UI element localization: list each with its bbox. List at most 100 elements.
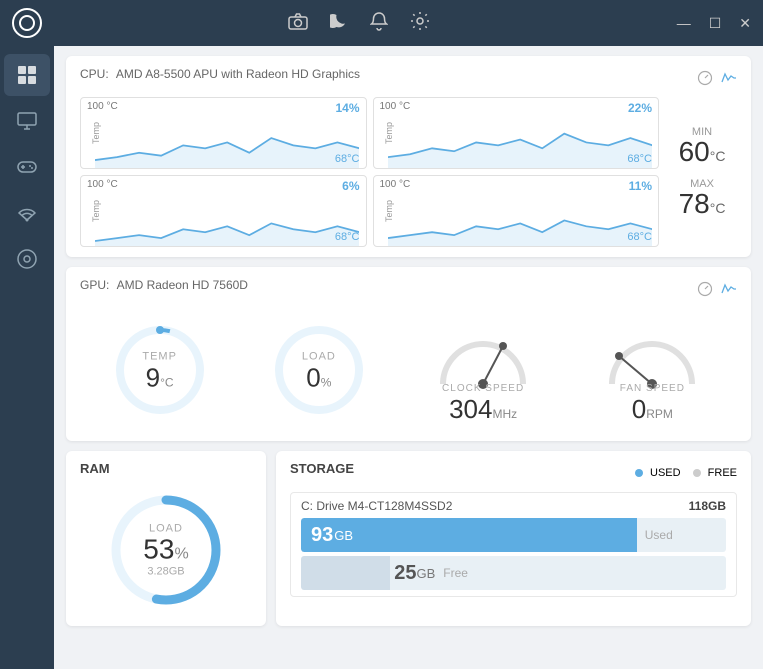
gpu-name: AMD Radeon HD 7560D: [117, 278, 248, 292]
gear-icon[interactable]: [410, 11, 430, 36]
sidebar: [0, 46, 54, 669]
ram-load-pct: %: [174, 546, 188, 564]
gpu-load-circle: LOAD 0 %: [269, 320, 369, 420]
cpu-header-row: CPU: AMD A8-5500 APU with Radeon HD Grap…: [80, 66, 737, 89]
cpu-graph-3-temp: 68°C: [335, 231, 360, 243]
drive-size: 118GB: [689, 499, 726, 513]
gpu-content: TEMP 9 °C: [80, 308, 737, 431]
cpu-graph-4-max: 100 °C: [380, 179, 411, 190]
gpu-load-unit: %: [321, 375, 332, 389]
cpu-graph-4-percent: 11%: [629, 179, 652, 193]
ram-gauge-center: LOAD 53 % 3.28GB: [143, 523, 188, 578]
titlebar-icons: [42, 11, 677, 36]
gpu-clock-unit: MHz: [492, 407, 517, 421]
cpu-min-value: 60: [679, 138, 710, 166]
gpu-temp-value: 9: [146, 362, 160, 393]
cpu-graph-3-max: 100 °C: [87, 179, 118, 190]
sidebar-item-disc[interactable]: [4, 238, 50, 280]
gpu-fan-label: FAN SPEED: [620, 383, 685, 394]
cpu-graph-1-percent: 14%: [335, 101, 359, 115]
storage-card: STORAGE USED FREE: [276, 451, 751, 626]
cpu-content: 100 °C 14% Temp 68°C 100 °C 22% Temp: [80, 97, 737, 247]
cpu-graph-1-svg: [95, 116, 359, 169]
moon-icon[interactable]: [330, 12, 348, 35]
gpu-icon-group: [697, 281, 737, 297]
cpu-graph-4-temp: 68°C: [627, 231, 652, 243]
sidebar-item-monitor[interactable]: [4, 100, 50, 142]
cpu-graph-1: 100 °C 14% Temp 68°C: [80, 97, 367, 169]
gpu-load-value: 0: [306, 362, 320, 393]
ram-gauge-wrap: LOAD 53 % 3.28GB: [106, 490, 226, 610]
main-layout: CPU: AMD A8-5500 APU with Radeon HD Grap…: [0, 46, 763, 669]
cpu-card: CPU: AMD A8-5500 APU with Radeon HD Grap…: [66, 56, 751, 257]
cpu-graph-4-svg: [388, 194, 652, 247]
cpu-graph-1-temp: 68°C: [335, 153, 360, 165]
cpu-min-unit: °C: [710, 148, 726, 164]
used-bar-container: 93 GB Used: [301, 518, 726, 552]
used-bar-value: 93: [311, 524, 333, 547]
cpu-min-stat: MIN 60 °C: [679, 126, 726, 166]
storage-bars: 93 GB Used 25: [301, 518, 726, 590]
gpu-fan-value-wrap: FAN SPEED 0 RPM: [620, 379, 685, 425]
sidebar-item-gamepad[interactable]: [4, 146, 50, 188]
free-bar-container: 25 GB Free: [301, 556, 726, 590]
gpu-fan-value: 0: [632, 394, 646, 425]
gpu-clock-svg: [428, 314, 538, 389]
gpu-fan-unit: RPM: [646, 407, 673, 421]
app-logo-inner: [19, 15, 35, 31]
cpu-name: AMD A8-5500 APU with Radeon HD Graphics: [116, 67, 360, 81]
free-bar-label: Free: [443, 566, 468, 580]
free-bar-unit: GB: [417, 566, 436, 581]
gpu-clock-value-wrap: CLOCK SPEED 304 MHz: [442, 379, 524, 425]
gpu-waveform-icon: [721, 281, 737, 297]
cpu-graph-2-svg: [388, 116, 652, 169]
gpu-load-gauge: LOAD 0 %: [269, 320, 369, 420]
screenshot-icon[interactable]: [288, 12, 308, 35]
cpu-graph-2: 100 °C 22% Temp 68°C: [373, 97, 660, 169]
gpu-load-value-wrap: LOAD 0 %: [302, 346, 336, 393]
gpu-section-label: GPU:: [80, 278, 109, 292]
waveform-icon: [721, 70, 737, 86]
cpu-max-value: 78: [679, 190, 710, 218]
window-controls: — ☐ ✕: [677, 15, 751, 32]
speedometer-icon: [697, 70, 713, 86]
gpu-clock-gauge: CLOCK SPEED 304 MHz: [428, 314, 538, 425]
gpu-temp-circle: TEMP 9 °C: [110, 320, 210, 420]
gpu-temp-label: TEMP: [142, 350, 177, 362]
maximize-button[interactable]: ☐: [709, 15, 722, 32]
gpu-card: GPU: AMD Radeon HD 7560D: [66, 267, 751, 441]
cpu-section-label: CPU:: [80, 67, 109, 81]
gpu-title: GPU: AMD Radeon HD 7560D: [80, 277, 248, 292]
gpu-header-row: GPU: AMD Radeon HD 7560D: [80, 277, 737, 300]
gpu-fan-svg: [597, 314, 707, 389]
cpu-max-stat: MAX 78 °C: [679, 178, 726, 218]
cpu-graph-2-temp: 68°C: [627, 153, 652, 165]
cpu-graph-3-svg: [95, 194, 359, 247]
sidebar-item-home[interactable]: [4, 54, 50, 96]
gpu-clock-label: CLOCK SPEED: [442, 383, 524, 394]
storage-legend: USED FREE: [635, 467, 737, 479]
gpu-temp-unit: °C: [160, 375, 173, 389]
legend-free-dot: [693, 469, 701, 477]
storage-header: STORAGE USED FREE: [290, 461, 737, 484]
used-bar-unit: GB: [334, 528, 353, 543]
cpu-graph-3: 100 °C 6% Temp 68°C: [80, 175, 367, 247]
minimize-button[interactable]: —: [677, 15, 691, 31]
cpu-graph-3-percent: 6%: [342, 179, 359, 193]
bell-icon[interactable]: [370, 11, 388, 36]
drive-row: C: Drive M4-CT128M4SSD2 118GB 93 GB Use: [290, 492, 737, 597]
gpu-temp-value-wrap: TEMP 9 °C: [142, 346, 177, 393]
storage-title: STORAGE: [290, 461, 354, 476]
legend-used-label: USED: [650, 467, 681, 479]
cpu-title: CPU: AMD A8-5500 APU with Radeon HD Grap…: [80, 66, 360, 81]
app-logo: [12, 8, 42, 38]
cpu-graph-2-percent: 22%: [628, 101, 652, 115]
legend-free: FREE: [693, 467, 737, 479]
sidebar-item-network[interactable]: [4, 192, 50, 234]
ram-card: RAM LOAD 53 %: [66, 451, 266, 626]
ram-content: LOAD 53 % 3.28GB: [80, 484, 252, 616]
close-button[interactable]: ✕: [739, 15, 751, 32]
free-bar-value: 25: [394, 562, 416, 585]
used-bar-fill: 93 GB: [301, 518, 637, 552]
content-area: CPU: AMD A8-5500 APU with Radeon HD Grap…: [54, 46, 763, 669]
